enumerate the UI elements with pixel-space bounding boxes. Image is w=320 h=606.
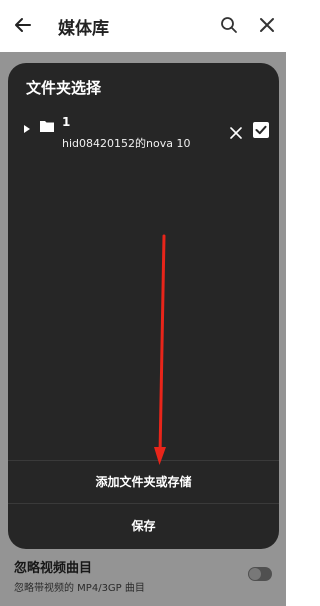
close-icon[interactable]: [256, 14, 278, 36]
app-bar: 媒体库: [0, 0, 286, 52]
folder-name: 1: [62, 115, 71, 129]
folder-checkbox[interactable]: [253, 122, 269, 138]
save-button[interactable]: 保存: [8, 504, 279, 546]
add-folder-button[interactable]: 添加文件夹或存储: [8, 460, 279, 502]
dialog-title: 文件夹选择: [26, 79, 102, 97]
folder-row[interactable]: 1 hid08420152的nova 10: [8, 113, 279, 157]
folder-path: hid08420152的nova 10: [62, 137, 191, 150]
arrow-left-icon[interactable]: [12, 14, 34, 36]
expand-triangle-icon[interactable]: [22, 119, 32, 133]
search-icon[interactable]: [218, 14, 240, 36]
remove-folder-icon[interactable]: [230, 124, 242, 139]
page-title: 媒体库: [58, 19, 109, 39]
folder-icon: [40, 117, 54, 132]
folder-select-dialog: 文件夹选择 1 hid08420152的nova 10 添加文件夹或存储 保存: [8, 63, 279, 549]
